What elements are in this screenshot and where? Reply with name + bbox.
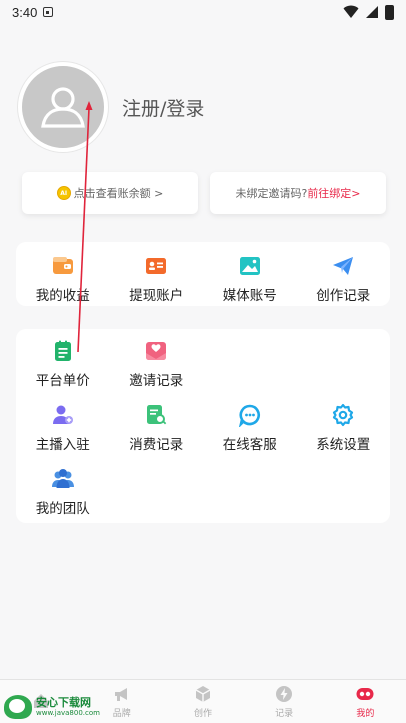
menu-system-settings[interactable]: 系统设置 — [297, 393, 391, 457]
signal-icon — [366, 6, 378, 18]
menu-streamer-join[interactable]: 主播入驻 — [16, 393, 110, 457]
menu-my-earnings[interactable]: 我的收益 — [16, 242, 110, 306]
menu-online-service[interactable]: 在线客服 — [203, 393, 297, 457]
menu-label: 邀请记录 — [129, 373, 184, 389]
nav-label: 创作 — [193, 709, 212, 719]
menu-empty — [297, 329, 391, 393]
balance-card[interactable]: AI 点击查看账余额 > — [22, 172, 198, 214]
nav-label: 我的 — [356, 709, 375, 719]
menu-withdraw-account[interactable]: 提现账户 — [110, 242, 204, 306]
nav-create[interactable]: 创作 — [163, 684, 243, 719]
menu-label: 平台单价 — [35, 373, 90, 389]
menu-label: 消费记录 — [129, 437, 184, 453]
image-icon — [238, 254, 262, 278]
login-register-link[interactable]: 注册/登录 — [122, 94, 204, 121]
menu-label: 创作记录 — [316, 288, 371, 304]
primary-menu-panel: 我的收益 提现账户 媒体账号 创作记录 — [16, 242, 390, 306]
id-card-icon — [144, 254, 168, 278]
site-watermark: 安心下载网 www.java800.com — [4, 693, 114, 721]
avatar[interactable] — [18, 62, 108, 152]
paper-plane-icon — [331, 254, 355, 278]
nav-label: 品牌 — [112, 709, 131, 719]
menu-media-account[interactable]: 媒体账号 — [203, 242, 297, 306]
status-time: 3:40 — [12, 4, 38, 20]
secondary-menu-panel: 平台单价 邀请记录 主播入驻 消费记录 在线客服 系统设置 我的团队 — [16, 329, 390, 523]
watermark-text: 安心下载网 www.java800.com — [36, 697, 100, 717]
menu-label: 媒体账号 — [222, 288, 277, 304]
menu-platform-price[interactable]: 平台单价 — [16, 329, 110, 393]
user-add-icon — [51, 403, 75, 427]
account-cards: AI 点击查看账余额 > 未绑定邀请码? 前往绑定> — [22, 172, 386, 214]
menu-label: 在线客服 — [222, 437, 277, 453]
nav-label: 记录 — [275, 709, 294, 719]
bind-invite-link[interactable]: 前往绑定> — [307, 185, 360, 201]
menu-invite-records[interactable]: 邀请记录 — [110, 329, 204, 393]
invite-card[interactable]: 未绑定邀请码? 前往绑定> — [210, 172, 386, 214]
profile-header: 注册/登录 — [18, 62, 204, 152]
bolt-icon — [274, 684, 294, 704]
status-left: 3:40 — [12, 4, 54, 20]
gear-icon — [331, 403, 355, 427]
default-user-icon — [41, 87, 85, 128]
megaphone-icon — [112, 684, 132, 704]
nav-records[interactable]: 记录 — [244, 684, 324, 719]
invite-card-prefix: 未绑定邀请码? — [235, 187, 308, 200]
profile-icon — [355, 684, 375, 704]
status-bar: 3:40 — [0, 0, 406, 24]
menu-label: 系统设置 — [316, 437, 371, 453]
menu-label: 提现账户 — [129, 288, 184, 304]
coin-icon: AI — [56, 186, 71, 200]
cube-icon — [193, 684, 213, 704]
watermark-title: 安心下载网 — [36, 696, 91, 709]
menu-empty — [203, 329, 297, 393]
receipt-search-icon — [144, 403, 168, 427]
battery-icon — [385, 4, 394, 20]
menu-label: 主播入驻 — [35, 437, 90, 453]
menu-label: 我的团队 — [35, 501, 90, 517]
balance-card-text: 点击查看账余额 > — [73, 187, 164, 200]
menu-my-team[interactable]: 我的团队 — [16, 457, 110, 521]
watermark-url: www.java800.com — [36, 709, 100, 717]
menu-label: 我的收益 — [35, 288, 90, 304]
status-right — [343, 4, 394, 20]
heart-envelope-icon — [144, 339, 168, 363]
wifi-icon — [343, 5, 359, 18]
watermark-logo-icon — [4, 695, 32, 719]
nav-mine[interactable]: 我的 — [325, 684, 405, 719]
menu-consumption-records[interactable]: 消费记录 — [110, 393, 204, 457]
chat-icon — [238, 403, 262, 427]
clipboard-icon — [51, 339, 75, 363]
team-icon — [51, 467, 75, 491]
menu-creation-records[interactable]: 创作记录 — [297, 242, 391, 306]
wallet-icon — [51, 254, 75, 278]
notification-app-icon — [43, 7, 54, 17]
